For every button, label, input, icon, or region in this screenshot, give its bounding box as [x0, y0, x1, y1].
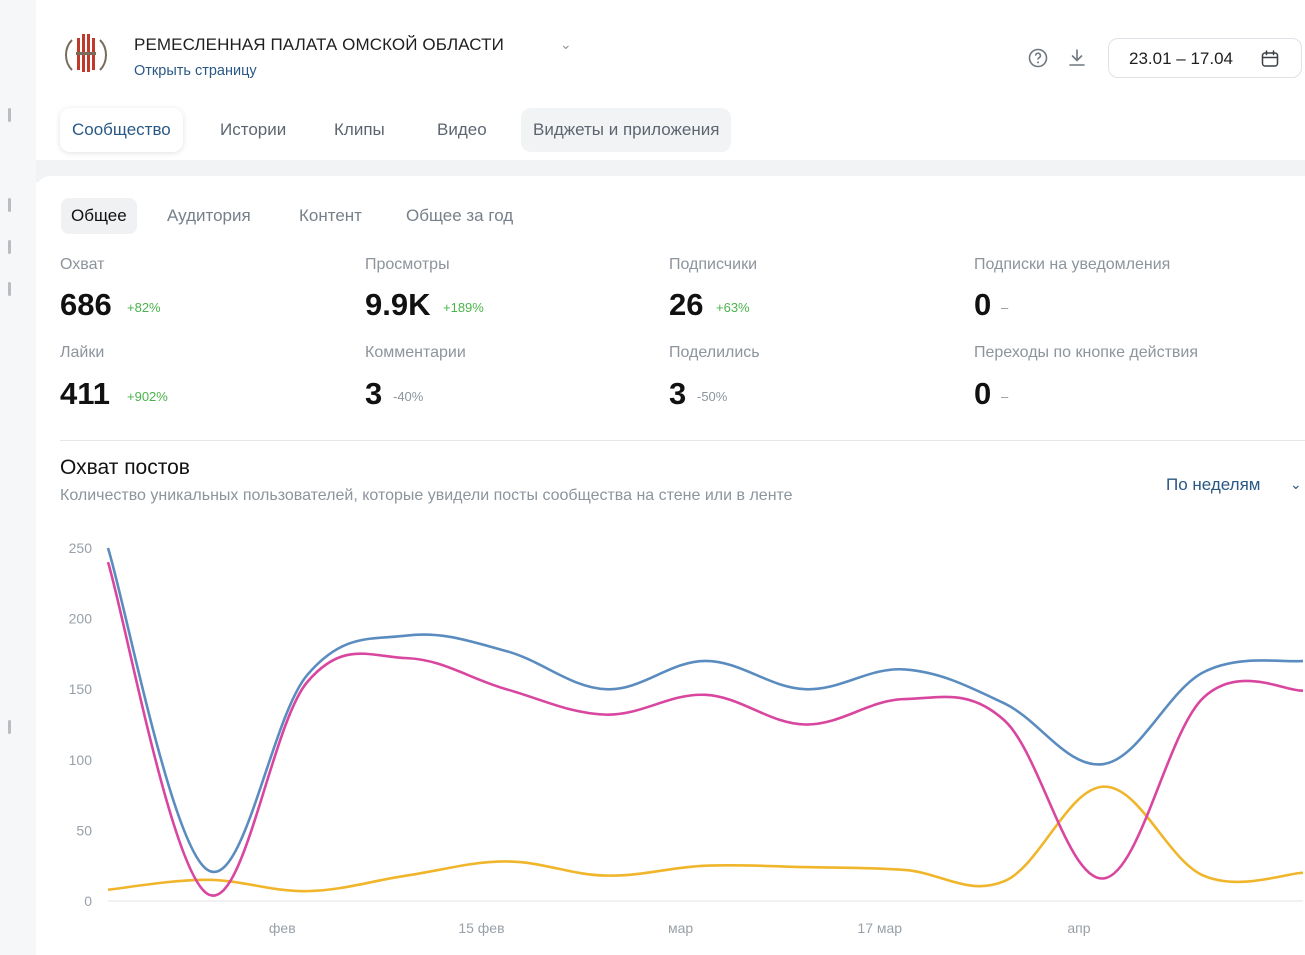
date-range-value: 23.01 – 17.04 [1129, 49, 1233, 68]
chevron-down-icon[interactable]: ⌄ [1290, 476, 1302, 493]
stat-reach-label: Охват [60, 256, 105, 273]
rail-marker [8, 198, 11, 212]
chevron-down-icon[interactable]: ⌄ [560, 36, 572, 53]
stat-action-clicks-delta: – [1001, 389, 1009, 404]
series-line-yellow [107, 785, 1304, 893]
stat-likes-value: 411 [60, 376, 111, 411]
divider [60, 440, 1305, 441]
stat-likes-delta: +902% [127, 389, 168, 404]
y-tick-label: 150 [69, 681, 93, 697]
subtab-content[interactable]: Контент [289, 198, 372, 234]
series-line-blue [106, 547, 1304, 874]
subtab-audience[interactable]: Аудитория [157, 198, 261, 234]
stat-subscribers-delta: +63% [716, 300, 750, 315]
stat-notifications-value: 0 [974, 287, 992, 322]
date-range-picker[interactable]: 23.01 – 17.04 [1108, 38, 1302, 78]
help-icon[interactable] [1026, 46, 1050, 70]
tab-video[interactable]: Видео [425, 108, 499, 152]
subtab-yearly[interactable]: Общее за год [396, 198, 523, 234]
rail-marker [8, 240, 11, 254]
tab-community[interactable]: Сообщество [60, 108, 183, 152]
x-tick-label: фев [269, 920, 296, 936]
stat-shares-delta: -50% [697, 389, 728, 404]
calendar-icon [1261, 50, 1279, 67]
x-tick-label: апр [1067, 920, 1090, 936]
chart-title: Охват постов [60, 456, 190, 479]
stat-reach-delta: +82% [127, 300, 161, 315]
stat-shares-label: Поделились [669, 344, 760, 361]
y-tick-label: 0 [84, 893, 92, 909]
stat-views-value: 9.9K [365, 287, 431, 322]
y-tick-label: 250 [69, 540, 93, 556]
stat-reach-value: 686 [60, 287, 112, 322]
tab-widgets[interactable]: Виджеты и приложения [521, 108, 732, 152]
y-tick-label: 100 [69, 752, 93, 768]
y-tick-label: 200 [69, 611, 93, 627]
reach-chart: 0 50 100 150 200 250 фев 15 фев мар 17 мар апр [69, 540, 1304, 936]
y-tick-label: 50 [76, 822, 92, 838]
stat-subscribers-label: Подписчики [669, 256, 758, 273]
stat-notifications-label: Подписки на уведомления [974, 256, 1171, 273]
stat-notifications-delta: – [1001, 300, 1009, 315]
tab-clips[interactable]: Клипы [322, 108, 397, 152]
open-page-link[interactable]: Открыть страницу [134, 63, 257, 79]
rail-marker [8, 282, 11, 296]
stat-action-clicks-value: 0 [974, 376, 992, 411]
stat-likes-label: Лайки [60, 344, 105, 361]
series-line-pink [106, 561, 1304, 897]
x-tick-label: мар [668, 920, 693, 936]
org-name[interactable]: РЕМЕСЛЕННАЯ ПАЛАТА ОМСКОЙ ОБЛАСТИ [134, 35, 504, 55]
stat-subscribers-value: 26 [669, 287, 704, 322]
stat-comments-label: Комментарии [365, 344, 466, 361]
stat-views-delta: +189% [443, 300, 484, 315]
download-icon[interactable] [1065, 46, 1089, 70]
logo[interactable] [58, 26, 114, 82]
x-tick-label: 17 мар [857, 920, 902, 936]
stat-shares-value: 3 [669, 376, 687, 411]
rail-marker [8, 108, 11, 122]
tab-stories[interactable]: Истории [208, 108, 298, 152]
stat-comments-value: 3 [365, 376, 383, 411]
stat-action-clicks-label: Переходы по кнопке действия [974, 344, 1199, 361]
period-select[interactable]: По неделям [1166, 475, 1261, 495]
subtab-general[interactable]: Общее [61, 198, 137, 234]
stat-views-label: Просмотры [365, 256, 450, 273]
chart-subtitle: Количество уникальных пользователей, кот… [60, 487, 793, 504]
stat-comments-delta: -40% [393, 389, 424, 404]
x-tick-label: 15 фев [458, 920, 504, 936]
